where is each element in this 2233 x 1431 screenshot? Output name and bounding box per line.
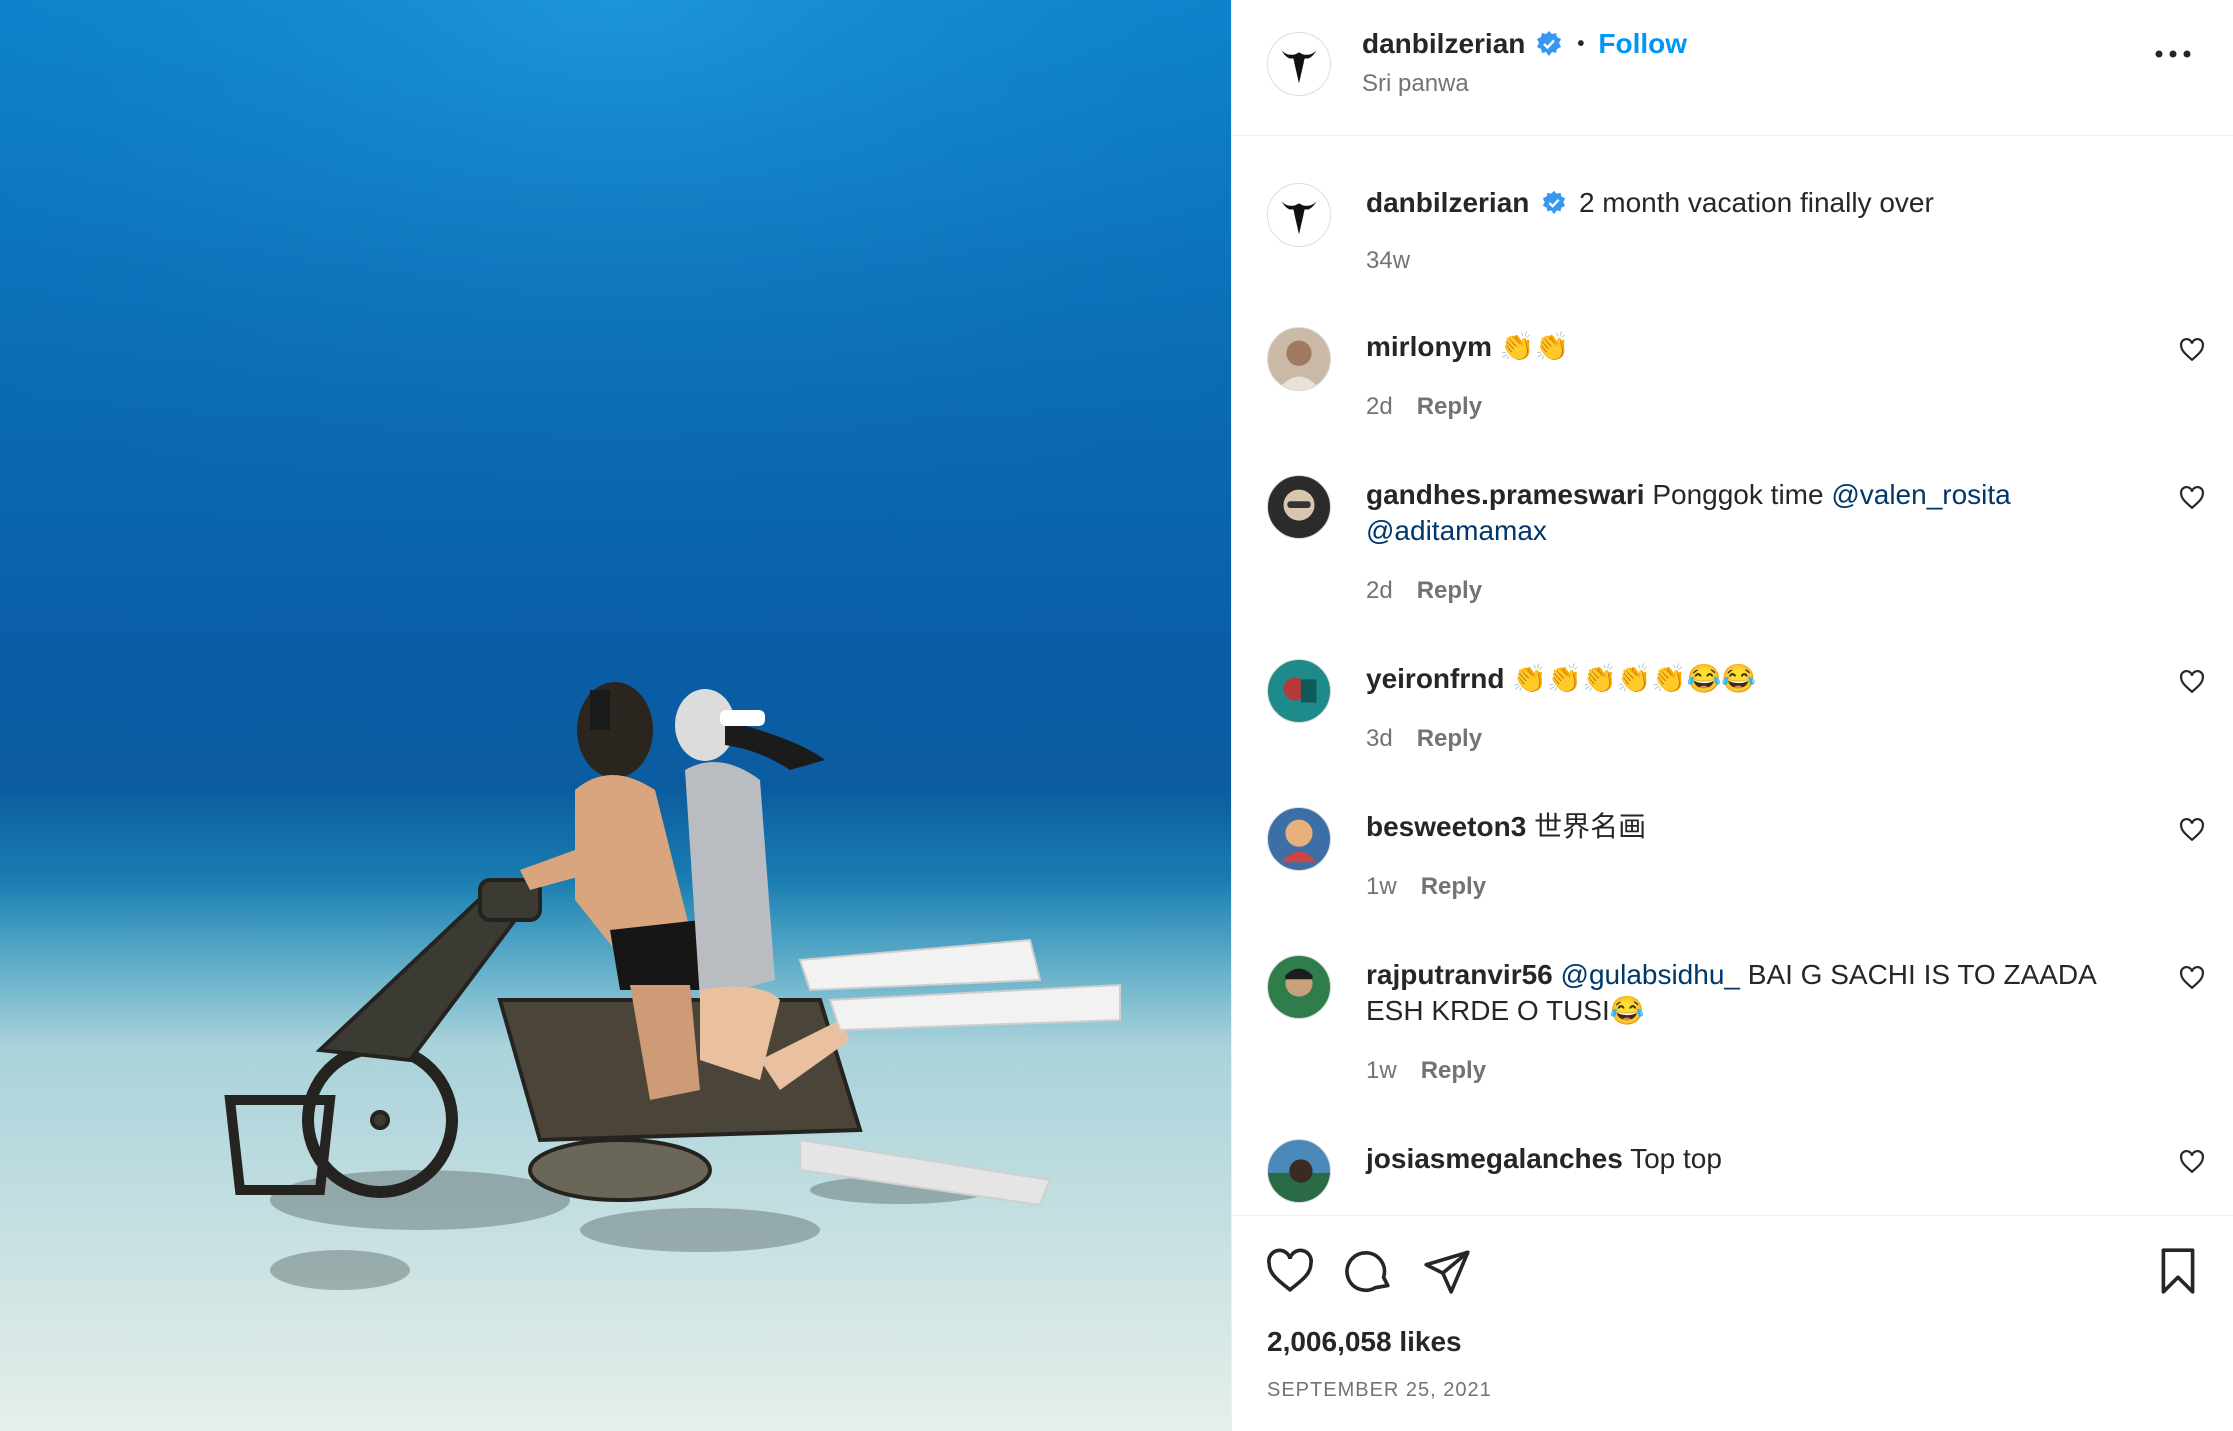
comment-username[interactable]: mirlonym <box>1366 331 1492 362</box>
commenter-avatar[interactable] <box>1267 327 1331 391</box>
comment-username[interactable]: josiasmegalanches <box>1366 1143 1623 1174</box>
mention-link[interactable]: @valen_rosita <box>1831 479 2010 510</box>
comment-meta: 2d Reply <box>1366 577 1482 605</box>
comment-meta: 2d Reply <box>1366 393 1482 421</box>
comment-username[interactable]: yeironfrnd <box>1366 663 1504 694</box>
comment-timestamp[interactable]: 2d <box>1366 393 1393 421</box>
verified-badge-icon <box>1537 31 1562 56</box>
send-icon[interactable] <box>1422 1246 1472 1296</box>
comment-text: josiasmegalanches Top top <box>1366 1141 2113 1177</box>
likes-count[interactable]: 2,006,058 likes <box>1267 1326 1462 1358</box>
reply-button[interactable]: Reply <box>1417 393 1482 421</box>
separator-dot: • <box>1577 32 1585 55</box>
caption-text: danbilzerian 2 month vacation finally ov… <box>1366 185 2113 221</box>
comments-list: danbilzerian 2 month vacation finally ov… <box>1232 137 2233 1215</box>
post-header: danbilzerian • Follow Sri panwa <box>1232 0 2233 136</box>
author-avatar[interactable] <box>1267 183 1331 247</box>
caption-meta: 34w <box>1366 247 1410 275</box>
comment-text: gandhes.prameswari Ponggok time @valen_r… <box>1366 477 2113 549</box>
commenter-avatar[interactable] <box>1267 955 1331 1019</box>
comment-body: 👏👏 <box>1499 331 1570 362</box>
comment-timestamp[interactable]: 2d <box>1366 577 1393 605</box>
comment-text: rajputranvir56 @gulabsidhu_ BAI G SACHI … <box>1366 957 2113 1029</box>
comment-username[interactable]: rajputranvir56 <box>1366 959 1553 990</box>
heart-icon[interactable] <box>2179 817 2205 843</box>
post-photo[interactable] <box>0 0 1231 1431</box>
comment-timestamp[interactable]: 1w <box>1366 873 1397 901</box>
header-user-row: danbilzerian • Follow <box>1362 28 1687 60</box>
comment-meta: 1w Reply <box>1366 873 1486 901</box>
like-heart-icon[interactable] <box>1265 1246 1315 1296</box>
author-username[interactable]: danbilzerian <box>1362 28 1525 60</box>
commenter-avatar[interactable] <box>1267 807 1331 871</box>
author-avatar[interactable] <box>1267 32 1331 96</box>
underwater-motorbike-image <box>0 0 1231 1431</box>
heart-icon[interactable] <box>2179 337 2205 363</box>
commenter-avatar[interactable] <box>1267 1139 1331 1203</box>
mention-link[interactable]: @gulabsidhu_ <box>1561 959 1740 990</box>
post-panel: danbilzerian • Follow Sri panwa danbilze… <box>1231 0 2233 1431</box>
heart-icon[interactable] <box>2179 965 2205 991</box>
reply-button[interactable]: Reply <box>1417 577 1482 605</box>
comment-icon[interactable] <box>1344 1246 1394 1296</box>
post-date[interactable]: SEPTEMBER 25, 2021 <box>1267 1379 1492 1402</box>
user-avatar-icon <box>1283 489 1315 521</box>
comment-meta: 1w Reply <box>1366 1057 1486 1085</box>
comment-timestamp[interactable]: 1w <box>1366 1057 1397 1085</box>
comment-body: Top top <box>1630 1143 1722 1174</box>
heart-icon[interactable] <box>2179 485 2205 511</box>
user-avatar-icon <box>1281 819 1317 863</box>
comment-timestamp[interactable]: 3d <box>1366 725 1393 753</box>
reply-button[interactable]: Reply <box>1421 1057 1486 1085</box>
caption-timestamp[interactable]: 34w <box>1366 247 1410 275</box>
commenter-avatar[interactable] <box>1267 475 1331 539</box>
bookmark-icon[interactable] <box>2153 1246 2203 1296</box>
reply-button[interactable]: Reply <box>1421 873 1486 901</box>
comment-body: 世界名画 <box>1534 811 1647 842</box>
mention-link[interactable]: @aditamamax <box>1366 515 1547 546</box>
caption-username[interactable]: danbilzerian <box>1366 187 1529 218</box>
comment-text: mirlonym 👏👏 <box>1366 329 2113 365</box>
goat-logo-icon <box>1268 184 1330 246</box>
comment-meta: 3d Reply <box>1366 725 1482 753</box>
user-avatar-icon <box>1285 968 1313 997</box>
heart-icon[interactable] <box>2179 669 2205 695</box>
user-avatar-icon <box>1277 340 1321 390</box>
goat-logo-icon <box>1268 33 1330 95</box>
more-options-icon[interactable] <box>2153 44 2193 64</box>
comment-body: 👏👏👏👏👏😂😂 <box>1512 663 1757 694</box>
post-actions: 2,006,058 likes SEPTEMBER 25, 2021 <box>1232 1215 2233 1431</box>
caption-body: 2 month vacation finally over <box>1578 187 1934 218</box>
comment-username[interactable]: gandhes.prameswari <box>1366 479 1645 510</box>
commenter-avatar[interactable] <box>1267 659 1331 723</box>
comment-username[interactable]: besweeton3 <box>1366 811 1526 842</box>
comment-body: Ponggok time <box>1652 479 1832 510</box>
user-avatar-icon <box>1283 677 1317 703</box>
follow-button[interactable]: Follow <box>1598 28 1687 60</box>
post-location[interactable]: Sri panwa <box>1362 70 1469 98</box>
comment-text: besweeton3 世界名画 <box>1366 809 2113 845</box>
heart-icon[interactable] <box>2179 1149 2205 1175</box>
comment-text: yeironfrnd 👏👏👏👏👏😂😂 <box>1366 661 2113 697</box>
verified-badge-icon <box>1543 190 1566 215</box>
user-avatar-icon <box>1268 1159 1330 1202</box>
reply-button[interactable]: Reply <box>1417 725 1482 753</box>
